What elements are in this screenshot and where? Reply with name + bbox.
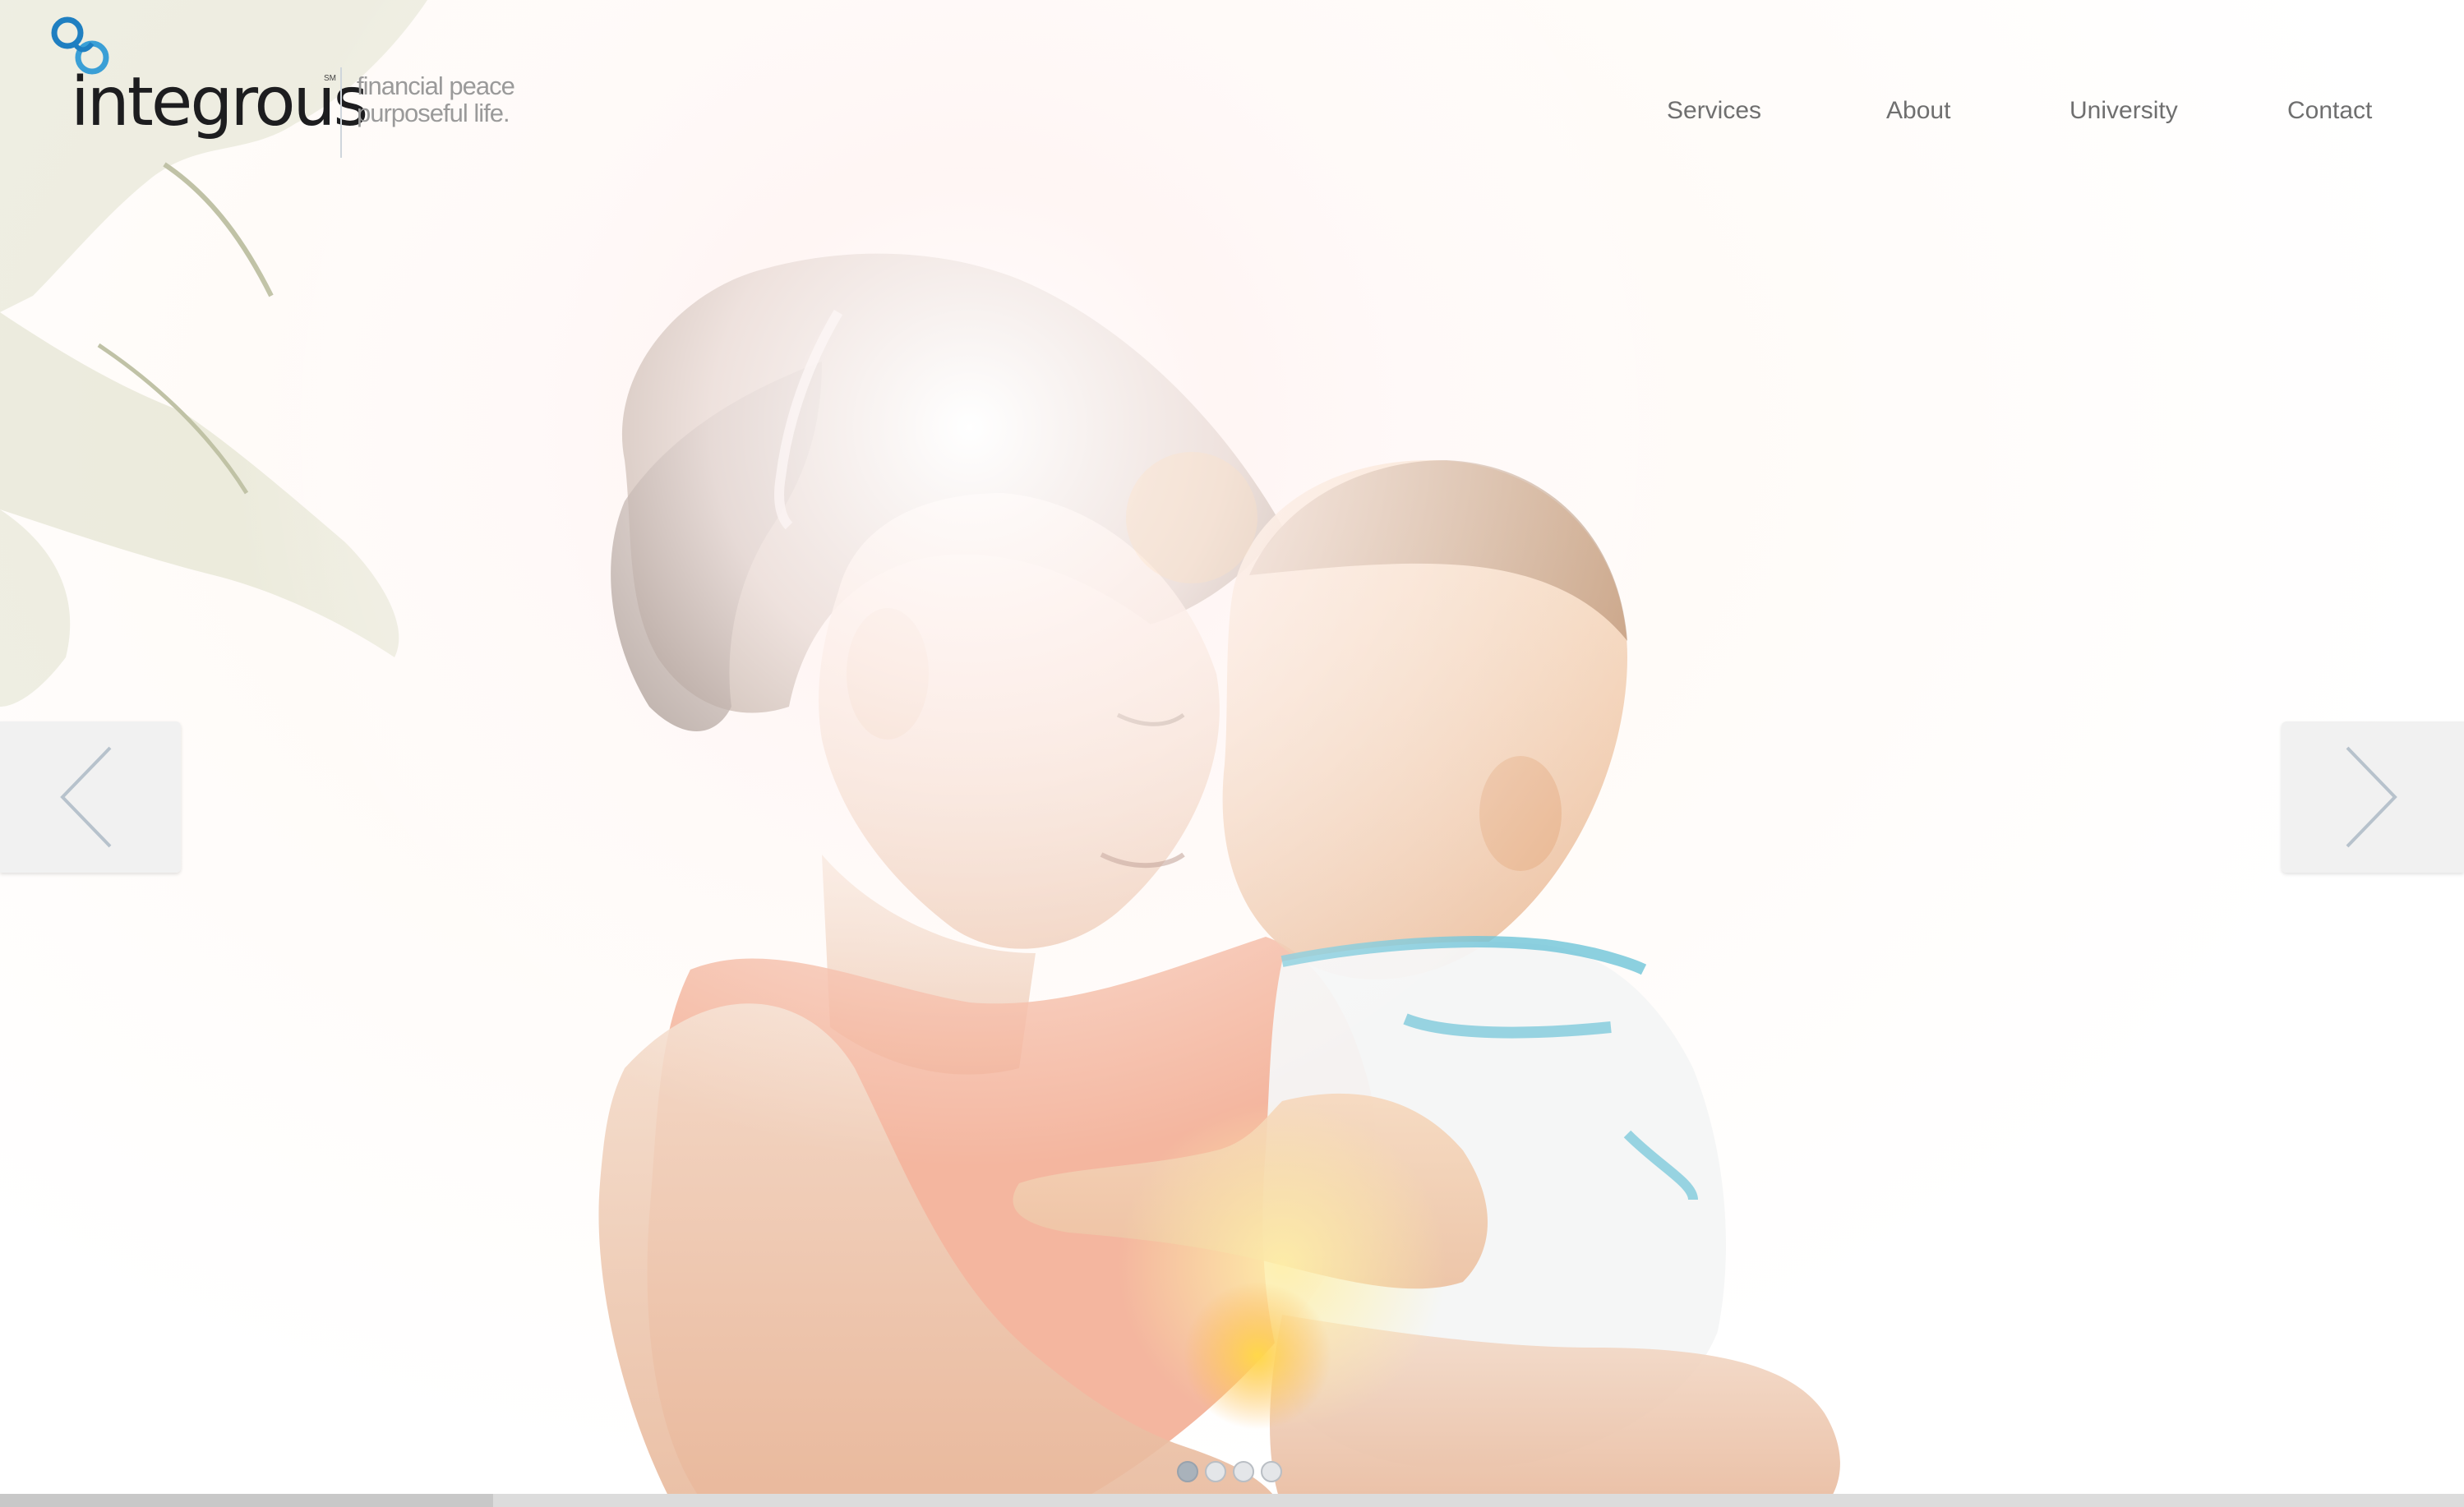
nav-item-university[interactable]: University: [2069, 97, 2178, 125]
slider-dot-3[interactable]: [1233, 1461, 1254, 1482]
chevron-left-icon: [60, 746, 112, 848]
service-mark: SM: [324, 74, 336, 83]
slider-next-button[interactable]: [2282, 721, 2464, 873]
hero-slide-image: [0, 0, 2464, 1507]
slider-progress-fill: [0, 1494, 493, 1507]
nav-item-contact[interactable]: Contact: [2287, 97, 2372, 125]
slider-progress-bar: [0, 1494, 2464, 1507]
tagline-line-1: financial peace: [357, 71, 515, 100]
slider-dot-1[interactable]: [1177, 1461, 1198, 1482]
slider-dot-4[interactable]: [1261, 1461, 1282, 1482]
slider-prev-button[interactable]: [0, 721, 181, 873]
slider-pagination: [1175, 1461, 1290, 1482]
chevron-right-icon: [2346, 746, 2397, 848]
main-nav: Services About University Contact: [0, 97, 2464, 130]
nav-item-about[interactable]: About: [1886, 97, 1950, 125]
slider-dot-2[interactable]: [1205, 1461, 1226, 1482]
hero-photo-illustration: [0, 0, 2464, 1507]
nav-item-services[interactable]: Services: [1667, 97, 1761, 125]
